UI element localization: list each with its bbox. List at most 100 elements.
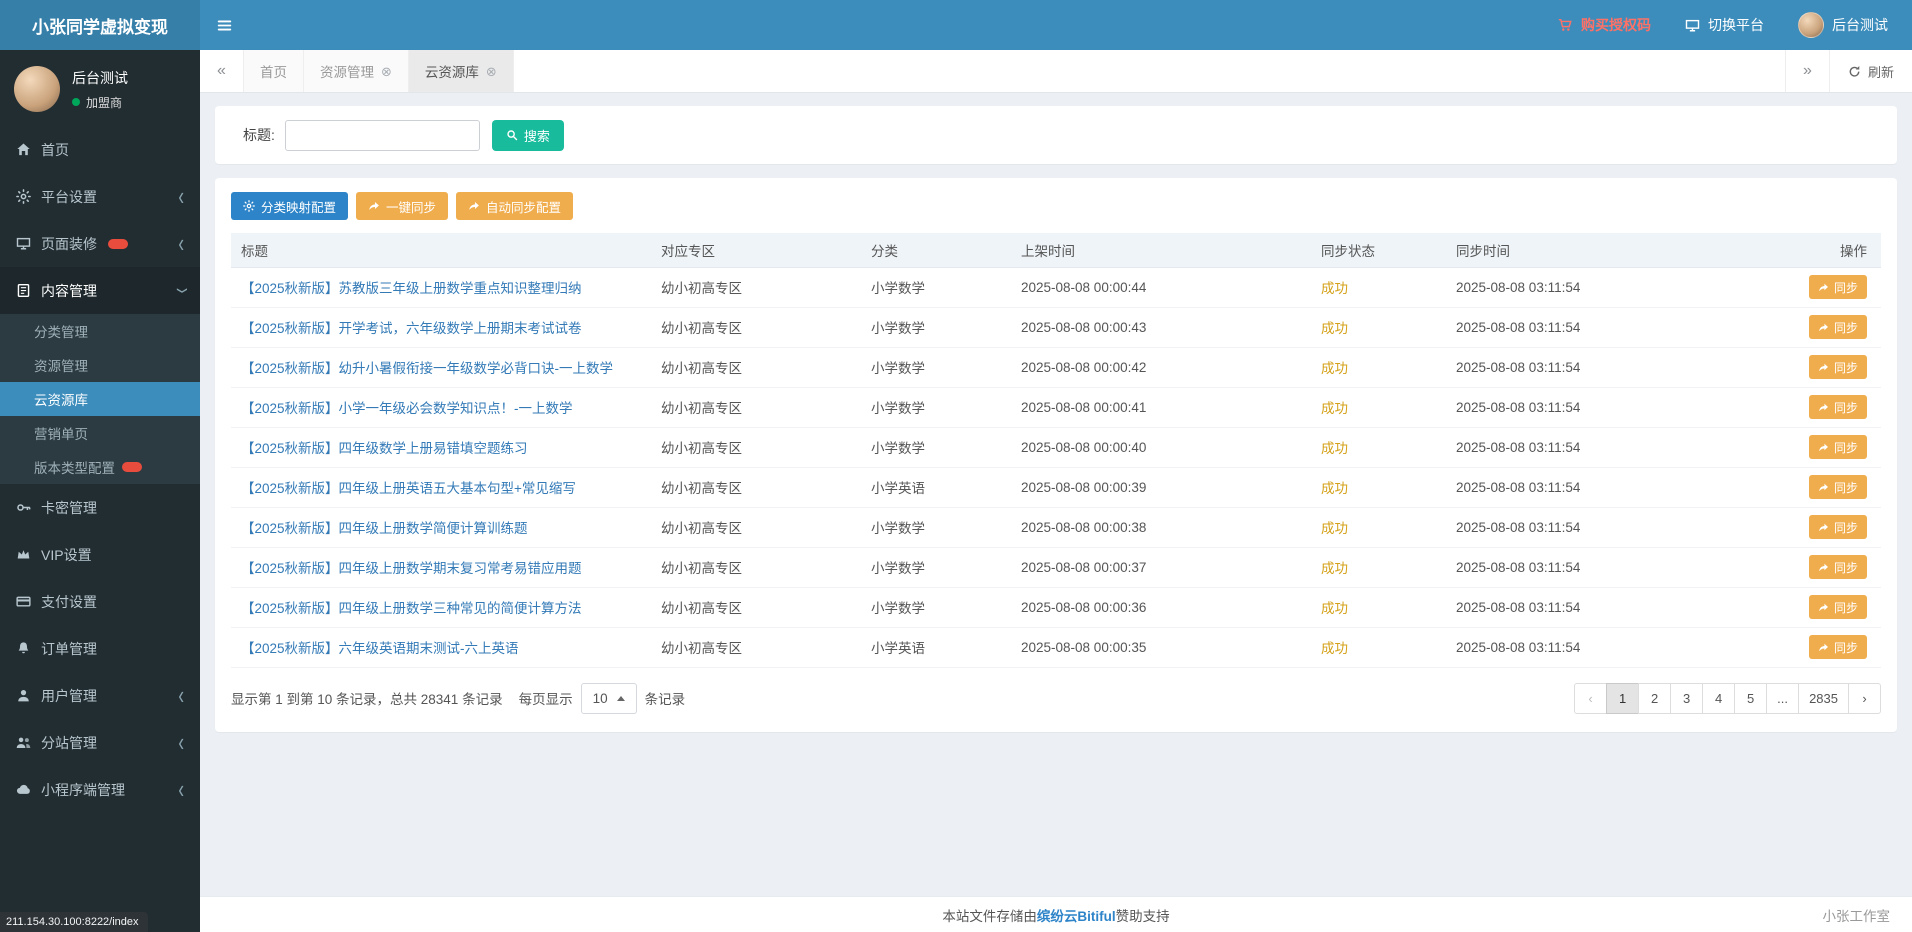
sync-status-text: 成功 <box>1321 601 1348 616</box>
top-navbar: 小张同学虚拟变现 购买授权码 切换平台 后台测试 <box>0 0 1912 50</box>
sidebar-subitem-version-type-config[interactable]: 版本类型配置 <box>0 450 200 484</box>
sidebar-subitem-label: 营销单页 <box>34 427 88 442</box>
sponsor-link[interactable]: 缤纷云Bitiful <box>1037 905 1116 925</box>
sidebar-item-vip-settings[interactable]: VIP设置 <box>0 531 200 578</box>
sidebar-item-miniprogram-management[interactable]: 小程序端管理 ‹ <box>0 766 200 813</box>
row-sync-button[interactable]: 同步 <box>1808 515 1867 539</box>
cart-icon <box>1558 18 1573 33</box>
category-cell: 小学英语 <box>861 467 1011 508</box>
row-sync-button[interactable]: 同步 <box>1808 355 1867 379</box>
pagination-page-4[interactable]: 4 <box>1702 682 1736 714</box>
sidebar-item-substation-management[interactable]: 分站管理 ‹ <box>0 719 200 766</box>
column-header-shelf-time: 上架时间 <box>1011 233 1311 268</box>
resource-title-link[interactable]: 【2025秋新版】开学考试，六年级数学上册期末考试试卷 <box>241 317 641 337</box>
sync-time-cell: 2025-08-08 03:11:54 <box>1446 467 1796 508</box>
row-sync-button[interactable]: 同步 <box>1808 435 1867 459</box>
sidebar-subitem-cloud-resource-library[interactable]: 云资源库 <box>0 382 200 416</box>
resource-title-link[interactable]: 【2025秋新版】苏教版三年级上册数学重点知识整理归纳 <box>241 277 641 297</box>
category-mapping-config-button[interactable]: 分类映射配置 <box>231 192 349 220</box>
sidebar-subitem-label: 资源管理 <box>34 359 88 374</box>
resource-title-link[interactable]: 【2025秋新版】小学一年级必会数学知识点！-一上数学 <box>241 397 641 417</box>
sidebar-item-home[interactable]: 首页 <box>0 126 200 173</box>
resource-title-link[interactable]: 【2025秋新版】四年级上册数学三种常见的简便计算方法 <box>241 597 641 617</box>
refresh-button[interactable]: 刷新 <box>1828 50 1912 92</box>
pagination-page-2835[interactable]: 2835 <box>1798 682 1849 714</box>
users-icon <box>16 735 31 750</box>
search-button[interactable]: 搜索 <box>491 119 564 151</box>
sidebar-user-status: 加盟商 <box>72 94 128 111</box>
shelf-time-cell: 2025-08-08 00:00:39 <box>1011 467 1311 508</box>
resource-title-link[interactable]: 【2025秋新版】四年级上册英语五大基本句型+常见缩写 <box>241 477 641 497</box>
resource-title-link[interactable]: 【2025秋新版】六年级英语期末测试-六上英语 <box>241 637 641 657</box>
page-size-select[interactable]: 10 <box>580 682 637 714</box>
buy-auth-code-link[interactable]: 购买授权码 <box>1558 15 1651 35</box>
row-sync-button[interactable]: 同步 <box>1808 315 1867 339</box>
resource-title-link[interactable]: 【2025秋新版】四年级上册数学简便计算训练题 <box>241 517 641 537</box>
cloud-icon <box>16 782 31 797</box>
row-sync-button[interactable]: 同步 <box>1808 395 1867 419</box>
zone-cell: 幼小初高专区 <box>651 387 861 428</box>
title-search-input[interactable] <box>284 119 480 151</box>
brand-logo[interactable]: 小张同学虚拟变现 <box>0 0 200 50</box>
pagination-next-button[interactable]: › <box>1848 682 1881 714</box>
tab-resource-management[interactable]: 资源管理 ⊗ <box>304 50 409 92</box>
sidebar-user-panel: 后台测试 加盟商 <box>0 50 200 126</box>
status-url-tooltip: 211.154.30.100:8222/index <box>0 912 148 932</box>
share-icon <box>1818 522 1829 533</box>
tab-cloud-resource-library[interactable]: 云资源库 ⊗ <box>408 50 514 92</box>
row-sync-button[interactable]: 同步 <box>1808 275 1867 299</box>
sidebar-subitem-label: 版本类型配置 <box>34 461 115 476</box>
sidebar-subitem-marketing-page[interactable]: 营销单页 <box>0 416 200 450</box>
sidebar-toggle-button[interactable] <box>200 0 248 50</box>
pagination-prev-button[interactable]: ‹ <box>1574 682 1608 714</box>
resource-title-link[interactable]: 【2025秋新版】四年级数学上册易错填空题练习 <box>241 437 641 457</box>
sidebar-item-card-key-management[interactable]: 卡密管理 <box>0 484 200 531</box>
red-badge <box>122 462 142 472</box>
category-cell: 小学数学 <box>861 267 1011 308</box>
pagination-page-1[interactable]: 1 <box>1606 682 1640 714</box>
sidebar-item-user-management[interactable]: 用户管理 ‹ <box>0 672 200 719</box>
shelf-time-cell: 2025-08-08 00:00:42 <box>1011 347 1311 388</box>
one-key-sync-button[interactable]: 一键同步 <box>356 192 449 220</box>
column-header-title: 标题 <box>231 233 651 268</box>
sidebar-item-payment-settings[interactable]: 支付设置 <box>0 578 200 625</box>
sidebar-item-page-decoration[interactable]: 页面装修 ‹ <box>0 220 200 267</box>
tab-home[interactable]: 首页 <box>244 50 304 92</box>
row-sync-button[interactable]: 同步 <box>1808 635 1867 659</box>
row-sync-button[interactable]: 同步 <box>1808 595 1867 619</box>
tabs-scroll-right-button[interactable]: » <box>1784 50 1829 92</box>
sidebar-subitem-label: 云资源库 <box>34 393 88 408</box>
tab-close-icon[interactable]: ⊗ <box>381 65 392 78</box>
table-row: 【2025秋新版】四年级上册数学简便计算训练题 幼小初高专区 小学数学 2025-08… <box>231 507 1881 548</box>
share-icon <box>1818 282 1829 293</box>
gear-icon <box>243 200 255 212</box>
topbar-user-menu[interactable]: 后台测试 <box>1798 12 1888 38</box>
user-icon <box>16 688 31 703</box>
shelf-time-cell: 2025-08-08 00:00:37 <box>1011 547 1311 588</box>
resource-title-link[interactable]: 【2025秋新版】幼升小暑假衔接一年级数学必背口诀-一上数学 <box>241 357 641 377</box>
pagination-page-5[interactable]: 5 <box>1734 682 1768 714</box>
tab-close-icon[interactable]: ⊗ <box>486 65 497 78</box>
switch-platform-link[interactable]: 切换平台 <box>1685 15 1764 35</box>
row-sync-button[interactable]: 同步 <box>1808 555 1867 579</box>
resource-title-link[interactable]: 【2025秋新版】四年级上册数学期末复习常考易错应用题 <box>241 557 641 577</box>
sidebar-item-order-management[interactable]: 订单管理 <box>0 625 200 672</box>
sidebar-item-content-management[interactable]: 内容管理 ‹ <box>0 267 200 314</box>
tabs-scroll-left-button[interactable]: « <box>200 50 244 92</box>
sidebar-item-platform-settings[interactable]: 平台设置 ‹ <box>0 173 200 220</box>
pagination-page-2[interactable]: 2 <box>1638 682 1672 714</box>
row-sync-button[interactable]: 同步 <box>1808 475 1867 499</box>
table-row: 【2025秋新版】苏教版三年级上册数学重点知识整理归纳 幼小初高专区 小学数学 202… <box>231 267 1881 308</box>
gear-icon <box>16 189 31 204</box>
table-row: 【2025秋新版】六年级英语期末测试-六上英语 幼小初高专区 小学英语 2025-08… <box>231 627 1881 668</box>
sidebar-subitem-category-management[interactable]: 分类管理 <box>0 314 200 348</box>
sync-time-cell: 2025-08-08 03:11:54 <box>1446 267 1796 308</box>
pagination-page-3[interactable]: 3 <box>1670 682 1704 714</box>
table-row: 【2025秋新版】四年级上册英语五大基本句型+常见缩写 幼小初高专区 小学英语 202… <box>231 467 1881 508</box>
auto-sync-config-button[interactable]: 自动同步配置 <box>456 192 574 220</box>
sidebar-subitem-resource-management[interactable]: 资源管理 <box>0 348 200 382</box>
sync-status-text: 成功 <box>1321 281 1348 296</box>
sync-time-cell: 2025-08-08 03:11:54 <box>1446 347 1796 388</box>
tabs-container: 首页 资源管理 ⊗ 云资源库 ⊗ <box>244 50 514 92</box>
per-page-label: 每页显示 <box>518 692 573 707</box>
